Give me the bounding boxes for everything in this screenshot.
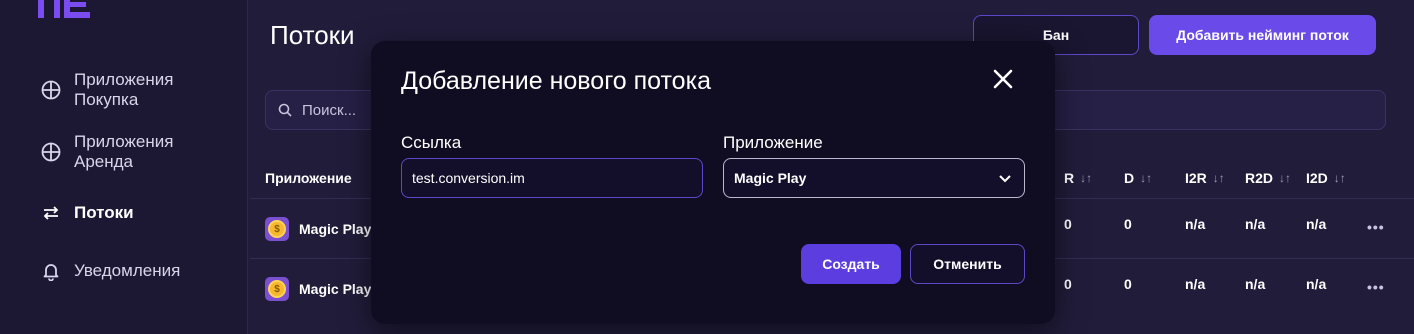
sidebar-item-label: Потоки [74,203,134,222]
bell-icon [40,260,62,282]
app-name: Magic Play [299,281,372,297]
cell-i2r: n/a [1185,276,1206,292]
more-options-icon[interactable]: ••• [1367,279,1385,295]
chevron-down-icon [998,170,1012,186]
page-title: Потоки [270,20,355,50]
cell-r2d: n/a [1245,216,1266,232]
app-select-value: Magic Play [734,170,807,186]
column-header-r[interactable]: R ↓↑ [1064,170,1092,186]
sort-icon: ↓↑ [1212,171,1225,185]
cell-i2d: n/a [1306,276,1327,292]
app-select[interactable]: Magic Play [723,158,1025,198]
sort-icon: ↓↑ [1080,171,1093,185]
cell-d: 0 [1124,216,1132,232]
cancel-button[interactable]: Отменить [910,244,1025,284]
cell-i2d: n/a [1306,216,1327,232]
sidebar: Приложения Покупка Приложения Аренда Пот… [0,0,248,334]
column-header-r2d[interactable]: R2D ↓↑ [1245,170,1291,186]
search-icon [278,103,292,117]
sidebar-item-streams[interactable]: Потоки [40,202,134,224]
sort-icon: ↓↑ [1279,171,1292,185]
globe-icon [40,79,62,101]
cell-i2r: n/a [1185,216,1206,232]
add-naming-stream-button[interactable]: Добавить нейминг поток [1149,15,1376,55]
column-header-app[interactable]: Приложение [265,170,352,186]
cell-r: 0 [1064,216,1072,232]
sidebar-item-notifications[interactable]: Уведомления [40,260,180,282]
app-label: Приложение [723,133,823,152]
cell-d: 0 [1124,276,1132,292]
column-header-i2d[interactable]: I2D ↓↑ [1306,170,1346,186]
column-header-i2r[interactable]: I2R ↓↑ [1185,170,1225,186]
sidebar-item-label: Приложения Покупка [74,70,174,109]
sort-icon: ↓↑ [1140,171,1153,185]
link-label: Ссылка [401,133,462,152]
app-name: Magic Play [299,221,372,237]
globe-icon [40,141,62,163]
sidebar-item-apps-purchase[interactable]: Приложения Покупка [40,70,173,110]
app-logo [38,0,108,26]
create-button[interactable]: Создать [801,244,901,284]
modal-title: Добавление нового потока [401,67,711,95]
search-placeholder: Поиск... [302,101,357,119]
cell-r2d: n/a [1245,276,1266,292]
arrows-swap-icon [40,202,62,224]
column-header-d[interactable]: D ↓↑ [1124,170,1152,186]
sidebar-item-apps-rent[interactable]: Приложения Аренда [40,132,173,172]
sidebar-item-label: Уведомления [74,261,181,280]
sort-icon: ↓↑ [1333,171,1346,185]
sidebar-item-label: Приложения Аренда [74,132,174,171]
link-input-value: test.conversion.im [412,170,525,186]
app-coin-icon: $ [265,217,289,241]
add-stream-modal: Добавление нового потока Ссылка test.con… [371,41,1055,324]
cell-r: 0 [1064,276,1072,292]
app-coin-icon: $ [265,277,289,301]
more-options-icon[interactable]: ••• [1367,219,1385,235]
close-icon[interactable] [991,67,1015,91]
link-input[interactable]: test.conversion.im [401,158,703,198]
